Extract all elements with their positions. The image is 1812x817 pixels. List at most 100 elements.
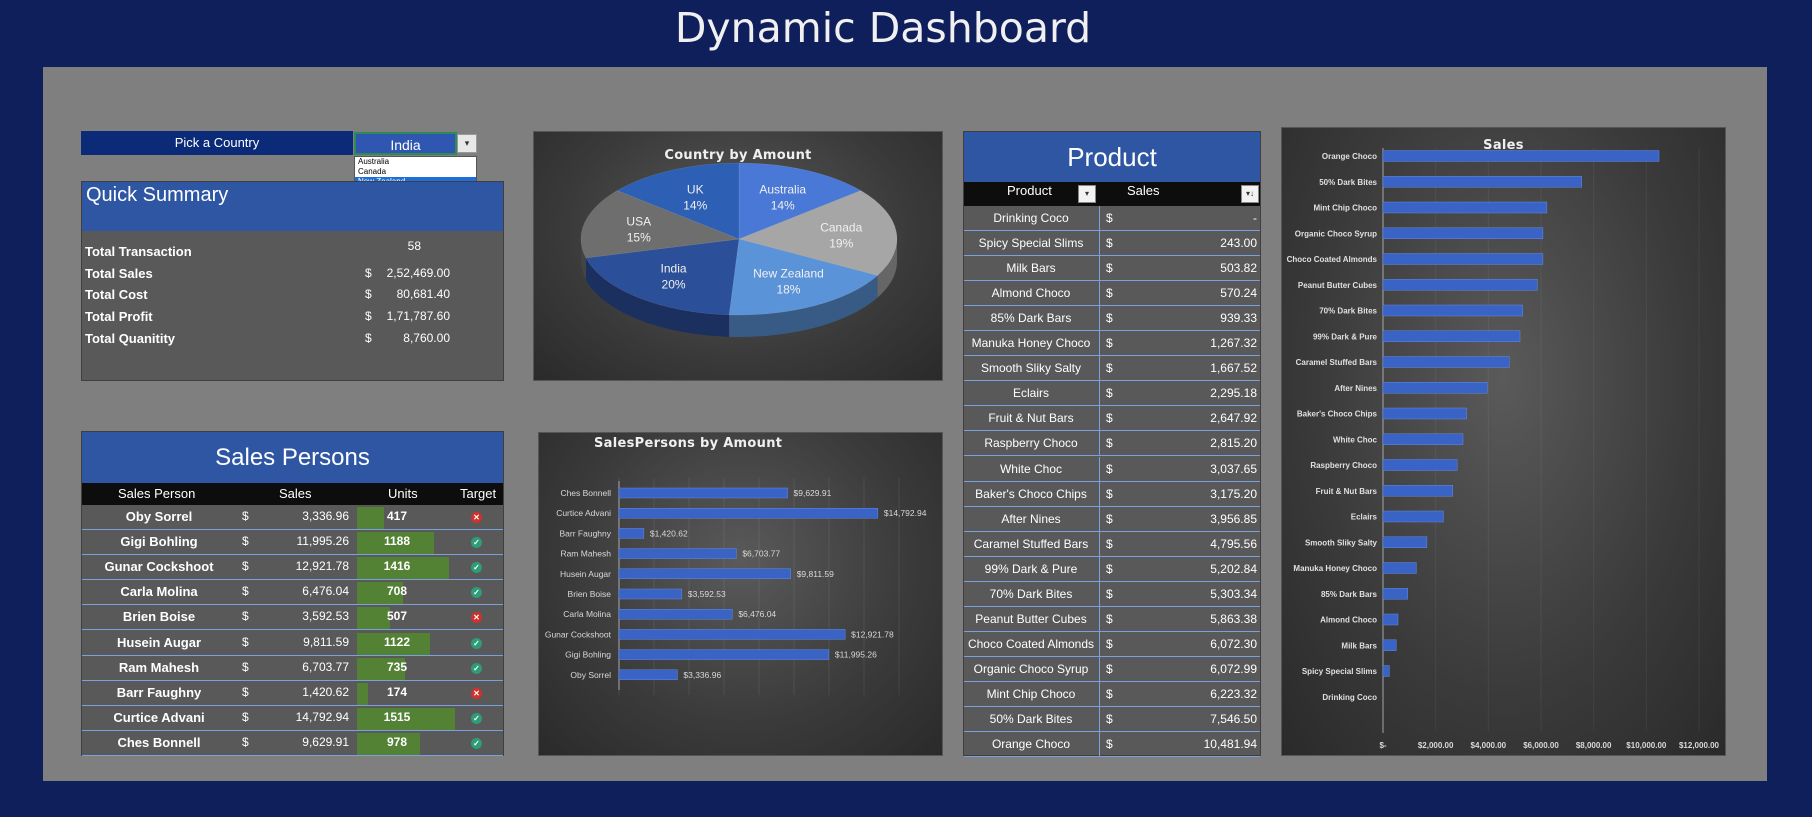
bar[interactable] [1382,639,1397,651]
bar[interactable] [1382,150,1660,162]
table-row[interactable]: Oby Sorrel $3,336.96 417 ✕ [82,505,503,530]
bar[interactable] [1382,510,1444,523]
table-row[interactable]: Spicy Special Slims $243.00 [964,231,1260,257]
table-row[interactable]: Choco Coated Almonds $6,072.30 [964,631,1260,657]
sales-chart-svg: $- $2,000.00 $4,000.00 $6,000.00 $8,000.00 $1… [1287,148,1720,750]
bar-category-label: Mint Chip Choco [1313,204,1377,213]
table-row[interactable]: Gunar Cockshoot $12,921.78 1416 ✓ [82,555,503,581]
table-row[interactable]: Milk Bars $503.82 [964,256,1260,282]
summary-value: 58 [407,239,421,253]
sales-person-name: Ches Bonnell [117,734,201,750]
bar[interactable] [618,507,879,519]
bar[interactable] [1382,665,1390,677]
table-row[interactable]: White Choc $3,037.65 [964,456,1260,482]
bar[interactable] [1382,562,1417,574]
product-sales-value: 5,303.34 [1210,586,1257,601]
table-row[interactable]: Organic Choco Syrup $6,072.99 [964,656,1260,682]
sales-sort-filter-icon[interactable]: ▾↓ [1241,185,1259,203]
product-sales-chart[interactable]: Sales $- $2,000.00 $4,000.00 $6,000.00 $8,00… [1281,127,1726,756]
table-row[interactable]: Caramel Stuffed Bars $4,795.56 [964,531,1260,557]
table-row[interactable]: Raspberry Choco $2,815.20 [964,431,1260,457]
table-row[interactable]: After Nines $3,956.85 [964,506,1260,532]
pie-percent-label: 18% [776,282,800,296]
summary-value: 8,760.00 [403,330,450,345]
table-row[interactable]: 99% Dark & Pure $5,202.84 [964,556,1260,582]
currency-symbol: $ [1106,511,1113,526]
country-option[interactable]: Canada [355,167,476,177]
table-row[interactable]: Brien Boise $3,592.53 507 ✕ [82,605,503,631]
bar[interactable] [1382,407,1467,420]
table-row[interactable]: Ram Mahesh $6,703.77 735 ✓ [82,656,503,681]
bar[interactable] [618,568,791,580]
country-select[interactable]: India [354,132,457,155]
bar[interactable] [1382,356,1510,368]
bar[interactable] [1382,485,1453,497]
table-row[interactable]: Baker's Choco Chips $3,175.20 [964,481,1260,507]
bar[interactable] [618,669,678,681]
table-row[interactable]: Curtice Advani $14,792.94 1515 ✓ [82,706,503,731]
bar[interactable] [1382,588,1408,600]
country-option[interactable]: Australia [355,157,476,167]
bar-category-label: Carla Molina [563,609,611,619]
table-row[interactable]: Orange Choco $10,481.94 [964,732,1260,758]
product-filter-icon[interactable]: ▾ [1078,185,1096,203]
table-row[interactable]: Peanut Butter Cubes $5,863.38 [964,606,1260,632]
currency-symbol: $ [1106,611,1113,626]
x-tick-label: $6,000.00 [1523,741,1559,750]
bar[interactable] [1382,176,1582,188]
bar-category-label: White Choc [1333,435,1378,444]
product-sales-value: 3,037.65 [1210,461,1257,476]
table-row[interactable]: Mint Chip Choco $6,223.32 [964,681,1260,707]
bar-value-label: $6,703.77 [742,549,780,559]
table-row[interactable]: Drinking Coco $ - [964,206,1260,231]
country-by-amount-chart[interactable]: Country by Amount Australia 14% Canada 19% N… [533,131,943,381]
bar[interactable] [1382,536,1428,548]
bar[interactable] [618,528,645,539]
summary-currency: $ [365,287,372,302]
bar[interactable] [1382,201,1548,214]
bar[interactable] [1382,253,1544,265]
quick-summary-title: Quick Summary [86,184,229,206]
bar[interactable] [1382,227,1544,239]
table-row[interactable]: Smooth Sliky Salty $1,667.52 [964,356,1260,382]
table-row[interactable]: Almond Choco $570.24 [964,281,1260,307]
table-row[interactable]: Ches Bonnell $9,629.91 978 ✓ [82,731,503,756]
bar[interactable] [1382,433,1464,445]
table-row[interactable]: 85% Dark Bars $939.33 [964,306,1260,332]
product-sales-value: 1,667.52 [1210,361,1257,376]
table-row[interactable]: Eclairs $2,295.18 [964,381,1260,407]
table-row[interactable]: 70% Dark Bites $5,303.34 [964,581,1260,607]
col-sales: Sales [279,486,312,501]
bar[interactable] [1382,279,1538,291]
sales-value: 9,629.91 [302,734,349,749]
currency-symbol: $ [1106,211,1113,225]
column-divider [1099,606,1100,631]
currency-symbol: $ [242,659,249,674]
table-row[interactable]: Carla Molina $6,476.04 708 ✓ [82,580,503,606]
bar[interactable] [1382,330,1521,342]
table-row[interactable]: Fruit & Nut Bars $2,647.92 [964,406,1260,432]
bar[interactable] [1382,382,1488,394]
chevron-down-icon[interactable]: ▾ [457,134,477,153]
bar[interactable] [618,548,737,559]
sales-persons-panel: Sales Persons Sales Person Sales Units T… [81,431,504,756]
table-row[interactable]: Manuka Honey Choco $1,267.32 [964,331,1260,357]
currency-symbol: $ [1106,261,1113,276]
salespersons-by-amount-chart[interactable]: SalesPersons by Amount Ches Bonnell $9,62… [538,432,943,756]
bar[interactable] [1382,304,1523,317]
table-row[interactable]: 50% Dark Bites $7,546.50 [964,707,1260,732]
table-row[interactable]: Gigi Bohling $11,995.26 1188 ✓ [82,530,503,556]
product-sales-value: 5,202.84 [1210,561,1257,576]
bar[interactable] [1382,459,1458,471]
table-row[interactable]: Husein Augar $9,811.59 1122 ✓ [82,631,503,656]
bar[interactable] [618,487,788,499]
column-divider [1099,656,1100,681]
bar[interactable] [618,629,846,640]
bar[interactable] [618,649,830,660]
bar[interactable] [618,588,683,600]
column-divider [1099,356,1100,381]
bar[interactable] [1382,613,1399,626]
table-row[interactable]: Barr Faughny $1,420.62 174 ✕ [82,681,503,706]
currency-symbol: $ [1106,236,1113,251]
bar[interactable] [618,608,733,620]
